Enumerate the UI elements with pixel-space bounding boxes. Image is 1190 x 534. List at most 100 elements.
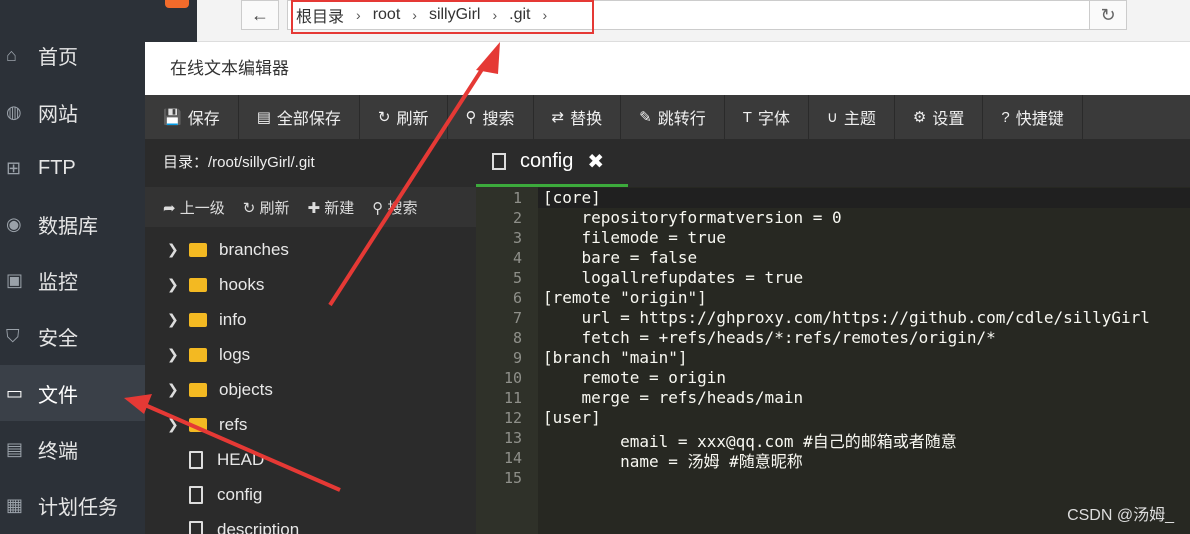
folder-icon [189, 312, 207, 327]
new-file-label: 新建 [324, 199, 355, 217]
toolbar-button-label: 跳转行 [657, 111, 706, 128]
file-icon [189, 520, 203, 534]
tree-search-button[interactable]: ⚲ 搜索 [372, 197, 417, 218]
code-line[interactable]: [user] [543, 408, 601, 427]
code-line[interactable]: fetch = +refs/heads/*:refs/remotes/origi… [543, 328, 996, 347]
arrow-left-icon: ← [251, 4, 269, 25]
toolbar-button-6[interactable]: T 字体 [725, 95, 809, 139]
editor-tab-bar: config ✖ [476, 139, 1190, 187]
home-icon: ⌂ [6, 44, 17, 65]
tree-refresh-label: 刷新 [259, 199, 290, 217]
code-line[interactable]: filemode = true [543, 228, 727, 247]
code-line[interactable]: remote = origin [543, 368, 727, 387]
code-line[interactable]: [core] [543, 188, 601, 207]
toolbar-button-label: 搜索 [482, 111, 515, 128]
line-number: 12 [503, 409, 522, 427]
code-editor[interactable]: 1 [core] 2 repositoryformatversion = 0 3 fi… [476, 187, 1190, 534]
toolbar-button-9[interactable]: ? 快捷键 [983, 95, 1083, 139]
save-all-icon: ▤ [256, 109, 271, 126]
folder-icon [189, 277, 207, 292]
chevron-right-icon[interactable]: ❯ [145, 346, 179, 363]
save-icon: 💾 [163, 109, 182, 126]
code-line[interactable]: url = https://ghproxy.com/https://github… [543, 308, 1150, 327]
breadcrumb-highlight-box [291, 0, 594, 34]
toolbar-button-label: 设置 [932, 111, 965, 128]
refresh-icon: ↻ [377, 109, 391, 126]
chevron-right-icon[interactable]: ❯ [145, 276, 179, 293]
line-number: 6 [512, 289, 522, 307]
toolbar-button-label: 全部保存 [276, 111, 341, 128]
line-number: 8 [512, 329, 522, 347]
tree-item-label: config [217, 484, 263, 504]
tab-config[interactable]: config ✖ [476, 139, 628, 187]
editor-toolbar: 💾 保存 ▤ 全部保存 ↻ 刷新 ⚲ 搜索 ⇄ 替换 ✎ 跳转行 T 字体 ∪ 主题 ⚙ 设置? 快捷键 [145, 95, 1190, 139]
tree-folder[interactable]: ❯ hooks [145, 267, 264, 302]
chevron-right-icon[interactable]: ❯ [145, 311, 179, 328]
toolbar-button-0[interactable]: 💾 保存 [145, 95, 239, 139]
line-number: 1 [512, 189, 522, 207]
directory-tools: ➦ 上一级 ↻ 刷新 ✚ 新建 ⚲ 搜索 [145, 187, 476, 227]
file-icon [189, 450, 203, 469]
tree-search-label: 搜索 [387, 199, 418, 217]
chevron-right-icon[interactable]: ❯ [145, 416, 179, 433]
sidebar-item-label: 终端 [38, 440, 78, 463]
up-level-label: 上一级 [179, 199, 225, 217]
tree-folder[interactable]: ❯ info [145, 302, 246, 337]
toolbar-button-4[interactable]: ⇄ 替换 [534, 95, 622, 139]
notification-badge[interactable] [165, 0, 189, 8]
sidebar-item-label: 计划任务 [38, 496, 118, 519]
code-line[interactable]: merge = refs/heads/main [543, 388, 804, 407]
sidebar-item-label: 文件 [38, 384, 78, 407]
sidebar-item-label: 安全 [38, 327, 78, 350]
shield-icon: ⛉ [6, 325, 20, 346]
line-number: 14 [503, 449, 522, 467]
tree-folder[interactable]: ❯ objects [145, 372, 273, 407]
line-number: 3 [512, 229, 522, 247]
tab-label: config [520, 150, 574, 172]
line-number: 5 [512, 269, 522, 287]
tree-refresh-button[interactable]: ↻ 刷新 [243, 197, 290, 218]
toolbar-button-5[interactable]: ✎ 跳转行 [621, 95, 725, 139]
code-line[interactable]: name = 汤姆 #随意昵称 [543, 448, 803, 472]
sidebar-item-label: 监控 [38, 271, 78, 294]
back-button[interactable]: ← [241, 0, 279, 30]
line-number: 10 [503, 369, 522, 387]
tree-item-label: refs [219, 414, 248, 434]
chevron-right-icon[interactable]: ❯ [145, 241, 179, 258]
folder-icon [189, 382, 207, 397]
code-line[interactable]: repositoryformatversion = 0 [543, 208, 842, 227]
tree-folder[interactable]: ❯ branches [145, 232, 289, 267]
chevron-right-icon[interactable]: ❯ [145, 381, 179, 398]
tree-item-label: logs [219, 344, 251, 364]
toolbar-button-8[interactable]: ⚙ 设置 [895, 95, 984, 139]
toolbar-button-7[interactable]: ∪ 主题 [809, 95, 895, 139]
code-line[interactable]: logallrefupdates = true [543, 268, 804, 287]
terminal-icon: ▤ [6, 438, 24, 459]
sidebar-item-label: 首页 [38, 46, 78, 69]
toolbar-button-label: 替换 [570, 111, 603, 128]
tree-file[interactable]: config [145, 477, 262, 512]
tree-file[interactable]: description [145, 512, 299, 534]
monitor-icon: ▣ [6, 269, 24, 290]
current-directory: 目录：/root/sillyGirl/.git [145, 139, 476, 187]
folder-icon [189, 417, 207, 432]
tree-folder[interactable]: ❯ refs [145, 407, 247, 442]
refresh-path-button[interactable]: ↻ [1089, 0, 1127, 30]
toolbar-button-2[interactable]: ↻ 刷新 [360, 95, 448, 139]
code-line[interactable]: [branch "main"] [543, 348, 688, 367]
new-file-button[interactable]: ✚ 新建 [308, 197, 355, 218]
code-line[interactable]: bare = false [543, 248, 698, 267]
help-icon: ? [1001, 108, 1010, 126]
toolbar-button-3[interactable]: ⚲ 搜索 [448, 95, 534, 139]
up-level-button[interactable]: ➦ 上一级 [163, 197, 225, 218]
line-number: 13 [503, 429, 522, 447]
line-number: 15 [503, 469, 522, 487]
tree-folder[interactable]: ❯ logs [145, 337, 250, 372]
font-icon: T [742, 108, 752, 126]
toolbar-button-1[interactable]: ▤ 全部保存 [239, 95, 360, 139]
code-line[interactable]: [remote "origin"] [543, 288, 707, 307]
line-number: 2 [512, 209, 522, 227]
file-tree-pane: 目录：/root/sillyGirl/.git ➦ 上一级 ↻ 刷新 ✚ 新建 … [145, 139, 476, 534]
tree-file[interactable]: HEAD [145, 442, 264, 477]
close-tab-icon[interactable]: ✖ [587, 149, 604, 174]
